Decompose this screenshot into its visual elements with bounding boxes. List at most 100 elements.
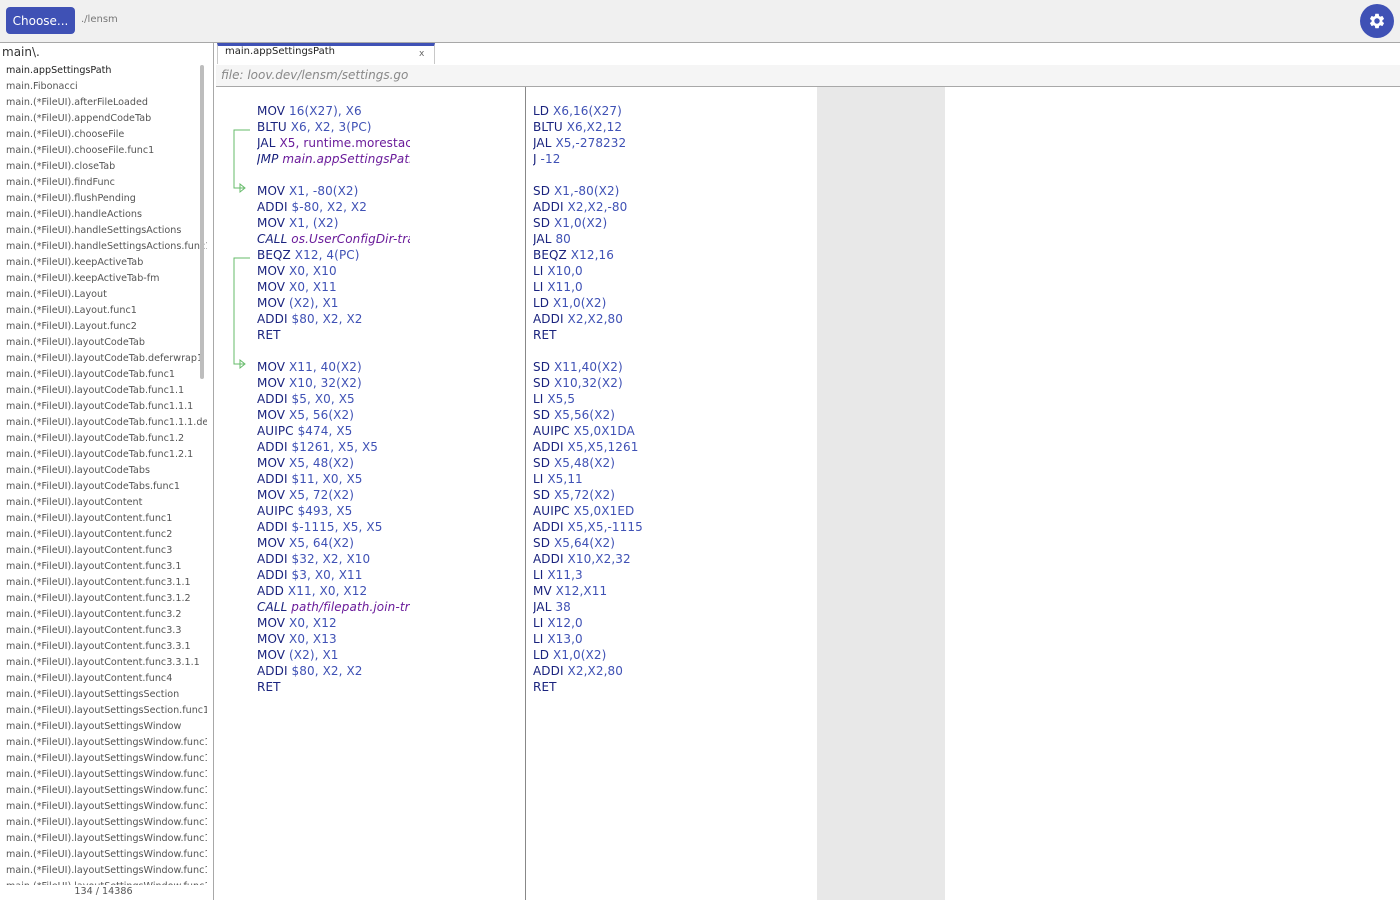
go-asm-instruction[interactable]: ADDI $80, X2, X2 — [257, 663, 410, 679]
go-asm-instruction[interactable]: ADD X11, X0, X12 — [257, 583, 410, 599]
machine-instruction[interactable]: SD X11,40(X2) — [533, 359, 813, 375]
function-list-item[interactable]: main.(*FileUI).layoutCodeTab.func1.2.1 — [0, 447, 207, 463]
function-list-item[interactable]: main.(*FileUI).afterFileLoaded — [0, 95, 207, 111]
function-list-item[interactable]: main.(*FileUI).handleActions — [0, 207, 207, 223]
function-list-item[interactable]: main.appSettingsPath — [0, 63, 207, 79]
machine-instruction[interactable]: RET — [533, 327, 813, 343]
machine-instruction[interactable]: LI X11,0 — [533, 279, 813, 295]
machine-instruction[interactable]: SD X5,48(X2) — [533, 455, 813, 471]
go-asm-instruction[interactable]: MOV X0, X12 — [257, 615, 410, 631]
machine-instruction[interactable]: LI X5,5 — [533, 391, 813, 407]
go-asm-instruction[interactable]: MOV X0, X10 — [257, 263, 410, 279]
machine-instruction[interactable]: ADDI X2,X2,-80 — [533, 199, 813, 215]
function-list[interactable]: main.appSettingsPath main.Fibonacci main.(… — [0, 63, 207, 885]
function-list-item[interactable]: main.(*FileUI).layoutSettingsWindow.func… — [0, 767, 207, 783]
go-asm-instruction[interactable]: ADDI $1261, X5, X5 — [257, 439, 410, 455]
function-list-item[interactable]: main.(*FileUI).chooseFile.func1 — [0, 143, 207, 159]
machine-instruction[interactable]: LD X1,0(X2) — [533, 295, 813, 311]
function-list-item[interactable]: main.(*FileUI).layoutContent.func3.1 — [0, 559, 207, 575]
go-asm-instruction[interactable]: AUIPC $474, X5 — [257, 423, 410, 439]
function-list-item[interactable]: main.(*FileUI).Layout.func1 — [0, 303, 207, 319]
tab-main-appsettingspath[interactable]: main.appSettingsPath x — [217, 43, 435, 64]
function-list-item[interactable]: main.(*FileUI).layoutSettingsWindow — [0, 719, 207, 735]
machine-instruction[interactable]: LD X1,0(X2) — [533, 647, 813, 663]
function-list-item[interactable]: main.(*FileUI).layoutContent.func3.1.1 — [0, 575, 207, 591]
machine-instruction[interactable]: ADDI X2,X2,80 — [533, 311, 813, 327]
go-asm-instruction[interactable]: MOV X5, 72(X2) — [257, 487, 410, 503]
machine-instruction[interactable]: SD X5,64(X2) — [533, 535, 813, 551]
go-asm-instruction[interactable]: ADDI $11, X0, X5 — [257, 471, 410, 487]
go-asm-instruction[interactable]: JAL X5, runtime.morestack_noctxt(SB) — [257, 135, 410, 151]
function-list-item[interactable]: main.(*FileUI).layoutSettingsSection.fun… — [0, 703, 207, 719]
machine-instruction[interactable]: LI X5,11 — [533, 471, 813, 487]
go-asm-instruction[interactable]: RET — [257, 679, 410, 695]
choose-file-button[interactable]: Choose... — [6, 7, 75, 34]
function-list-item[interactable]: main.(*FileUI).findFunc — [0, 175, 207, 191]
function-list-item[interactable]: main.(*FileUI).layoutSettingsWindow.func… — [0, 783, 207, 799]
machine-instruction[interactable]: ADDI X5,X5,1261 — [533, 439, 813, 455]
tab-close-button[interactable]: x — [419, 49, 424, 59]
function-list-item[interactable]: main.(*FileUI).appendCodeTab — [0, 111, 207, 127]
go-asm-instruction[interactable]: ADDI $-1115, X5, X5 — [257, 519, 410, 535]
function-list-item[interactable]: main.(*FileUI).layoutCodeTab.func1.2 — [0, 431, 207, 447]
function-list-item[interactable]: main.(*FileUI).layoutContent.func3.1.2 — [0, 591, 207, 607]
go-asm-instruction[interactable]: ADDI $-80, X2, X2 — [257, 199, 410, 215]
go-asm-instruction[interactable]: ADDI $3, X0, X11 — [257, 567, 410, 583]
machine-instruction[interactable]: LD X6,16(X27) — [533, 103, 813, 119]
machine-instruction[interactable]: SD X5,56(X2) — [533, 407, 813, 423]
function-list-item[interactable]: main.(*FileUI).layoutCodeTab.deferwrap1 — [0, 351, 207, 367]
go-asm-instruction[interactable]: CALL path/filepath.join-tramp(SB) — [257, 599, 410, 615]
function-list-item[interactable]: main.(*FileUI).layoutCodeTab.func1.1.1 — [0, 399, 207, 415]
go-asm-instruction[interactable]: MOV X5, 56(X2) — [257, 407, 410, 423]
go-asm-instruction[interactable]: MOV X0, X13 — [257, 631, 410, 647]
function-list-item[interactable]: main.(*FileUI).layoutCodeTab — [0, 335, 207, 351]
go-asm-instruction[interactable]: BLTU X6, X2, 3(PC) — [257, 119, 410, 135]
machine-instruction[interactable]: SD X1,0(X2) — [533, 215, 813, 231]
machine-instruction[interactable]: JAL 80 — [533, 231, 813, 247]
function-list-scrollbar[interactable] — [200, 65, 204, 379]
machine-instruction[interactable]: BLTU X6,X2,12 — [533, 119, 813, 135]
go-asm-instruction[interactable]: AUIPC $493, X5 — [257, 503, 410, 519]
go-asm-instruction[interactable]: JMP main.appSettingsPath(SB) — [257, 151, 410, 167]
function-list-item[interactable]: main.(*FileUI).layoutContent.func1 — [0, 511, 207, 527]
function-filter-input[interactable]: main\. — [2, 45, 40, 59]
function-list-item[interactable]: main.(*FileUI).layoutContent.func4 — [0, 671, 207, 687]
function-list-item[interactable]: main.(*FileUI).layoutSettingsWindow.func… — [0, 863, 207, 879]
settings-button[interactable] — [1360, 4, 1394, 38]
machine-instruction[interactable]: AUIPC X5,0X1ED — [533, 503, 813, 519]
machine-instruction[interactable]: LI X11,3 — [533, 567, 813, 583]
function-list-item[interactable]: main.(*FileUI).layoutContent.func3.3 — [0, 623, 207, 639]
function-list-item[interactable]: main.(*FileUI).layoutContent — [0, 495, 207, 511]
machine-instruction[interactable]: ADDI X2,X2,80 — [533, 663, 813, 679]
function-list-item[interactable]: main.(*FileUI).layoutCodeTabs — [0, 463, 207, 479]
machine-instruction[interactable]: MV X12,X11 — [533, 583, 813, 599]
go-asm-instruction[interactable]: ADDI $32, X2, X10 — [257, 551, 410, 567]
machine-instruction[interactable]: AUIPC X5,0X1DA — [533, 423, 813, 439]
function-list-item[interactable]: main.Fibonacci — [0, 79, 207, 95]
function-list-item[interactable]: main.(*FileUI).Layout.func2 — [0, 319, 207, 335]
go-asm-instruction[interactable]: MOV (X2), X1 — [257, 295, 410, 311]
function-list-item[interactable]: main.(*FileUI).keepActiveTab-fm — [0, 271, 207, 287]
function-list-item[interactable]: main.(*FileUI).handleSettingsActions — [0, 223, 207, 239]
function-list-item[interactable]: main.(*FileUI).layoutSettingsWindow.func… — [0, 831, 207, 847]
function-list-item[interactable]: main.(*FileUI).Layout — [0, 287, 207, 303]
machine-instruction[interactable]: LI X13,0 — [533, 631, 813, 647]
go-asm-instruction[interactable]: RET — [257, 327, 410, 343]
function-list-item[interactable]: main.(*FileUI).layoutContent.func3.3.1 — [0, 639, 207, 655]
go-asm-instruction[interactable]: CALL os.UserConfigDir-tramp(SB) — [257, 231, 410, 247]
machine-instruction[interactable]: JAL X5,-278232 — [533, 135, 813, 151]
machine-instruction[interactable]: SD X10,32(X2) — [533, 375, 813, 391]
machine-instruction[interactable]: BEQZ X12,16 — [533, 247, 813, 263]
go-asm-instruction[interactable]: MOV X10, 32(X2) — [257, 375, 410, 391]
function-list-item[interactable]: main.(*FileUI).layoutSettingsWindow.func… — [0, 879, 207, 885]
function-list-item[interactable]: main.(*FileUI).layoutSettingsWindow.func… — [0, 847, 207, 863]
go-asm-instruction[interactable]: MOV X11, 40(X2) — [257, 359, 410, 375]
machine-instruction[interactable]: SD X5,72(X2) — [533, 487, 813, 503]
go-asm-instruction[interactable]: BEQZ X12, 4(PC) — [257, 247, 410, 263]
function-list-item[interactable]: main.(*FileUI).layoutCodeTab.func1 — [0, 367, 207, 383]
function-list-item[interactable]: main.(*FileUI).layoutSettingsWindow.func… — [0, 735, 207, 751]
function-list-item[interactable]: main.(*FileUI).layoutCodeTab.func1.1.1.d… — [0, 415, 207, 431]
function-list-item[interactable]: main.(*FileUI).handleSettingsActions.fun… — [0, 239, 207, 255]
go-asm-instruction[interactable]: MOV (X2), X1 — [257, 647, 410, 663]
machine-instruction[interactable]: RET — [533, 679, 813, 695]
